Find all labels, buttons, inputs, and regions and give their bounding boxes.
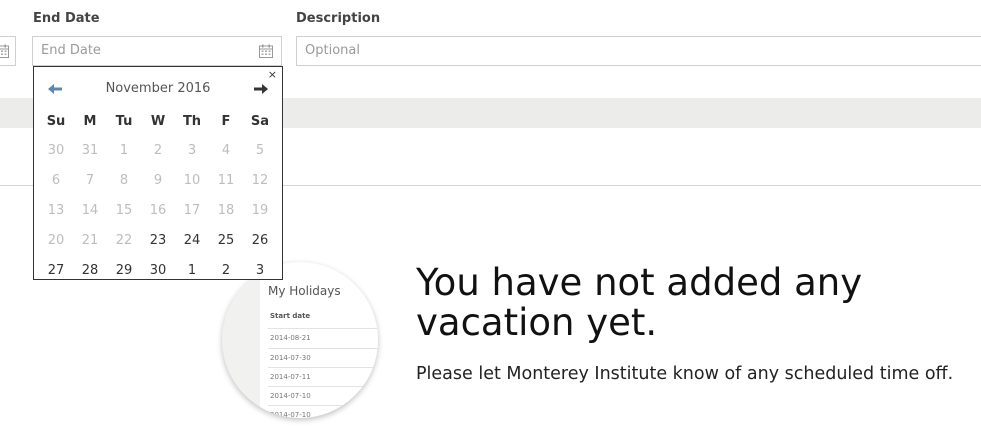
card-column-header: Start date xyxy=(270,312,311,320)
weekday-header: F xyxy=(221,113,231,129)
empty-state-headline: You have not added any vacation yet. xyxy=(416,261,863,344)
next-month-arrow-icon[interactable] xyxy=(254,81,268,97)
calendar-day[interactable]: 24 xyxy=(175,225,209,255)
calendar-week-row: 27 28 29 30 1 2 3 xyxy=(39,255,277,285)
empty-state-message: Please let Monterey Institute know of an… xyxy=(416,364,954,384)
calendar-day: 13 xyxy=(47,202,65,218)
calendar-day: 9 xyxy=(153,172,163,188)
calendar-day: 6 xyxy=(51,172,61,188)
weekday-header: M xyxy=(83,113,97,129)
calendar-day: 16 xyxy=(149,202,167,218)
calendar-day: 10 xyxy=(183,172,201,188)
calendar-day: 7 xyxy=(85,172,95,188)
calendar-day[interactable]: 25 xyxy=(209,225,243,255)
weekday-header: Su xyxy=(46,113,66,129)
calendar-day: 3 xyxy=(187,142,197,158)
calendar-day: 8 xyxy=(119,172,129,188)
calendar-day: 1 xyxy=(119,142,129,158)
calendar-day: 11 xyxy=(217,172,235,188)
calendar-day: 2 xyxy=(153,142,163,158)
holidays-card: My Holidays Start date 2014-08-21 2014-0… xyxy=(260,262,378,418)
calendar-day: 14 xyxy=(81,202,99,218)
calendar-day: 17 xyxy=(183,202,201,218)
month-year-label: November 2016 xyxy=(105,81,211,96)
calendar-day: 20 xyxy=(47,232,65,248)
calendar-day[interactable]: 27 xyxy=(39,255,73,285)
list-item: 2014-07-10 xyxy=(268,386,378,405)
end-date-input[interactable]: End Date xyxy=(32,36,282,66)
calendar-day: 22 xyxy=(115,232,133,248)
list-item: 2014-08-21 xyxy=(268,328,378,347)
calendar-day: 18 xyxy=(217,202,235,218)
list-item: 2014-07-11 xyxy=(268,367,378,386)
calendar-week-row: 13 14 15 16 17 18 19 xyxy=(39,195,277,225)
calendar-day[interactable]: 28 xyxy=(73,255,107,285)
close-icon[interactable]: × xyxy=(268,68,277,81)
calendar-day: 5 xyxy=(255,142,265,158)
datepicker-popup: × November 2016 Su M Tu W Th F Sa 30 31 1 2 3 4 5 6 7 8… xyxy=(33,66,283,280)
calendar-week-row: 30 31 1 2 3 4 5 xyxy=(39,135,277,165)
calendar-day[interactable]: 2 xyxy=(209,255,243,285)
calendar-day: 21 xyxy=(81,232,99,248)
card-title: My Holidays xyxy=(268,284,341,298)
holidays-illustration: My Holidays Start date 2014-08-21 2014-0… xyxy=(222,262,378,418)
calendar-day[interactable]: 3 xyxy=(243,255,277,285)
calendar-day: 30 xyxy=(47,142,65,158)
calendar-day: 31 xyxy=(81,142,99,158)
calendar-day[interactable]: 29 xyxy=(107,255,141,285)
description-input[interactable]: Optional xyxy=(296,36,981,66)
weekday-header: Tu xyxy=(115,113,133,129)
end-date-label: End Date xyxy=(33,11,100,26)
calendar-day[interactable]: 26 xyxy=(243,225,277,255)
list-item: 2014-07-10 xyxy=(268,405,378,418)
calendar-day: 19 xyxy=(251,202,269,218)
weekday-header: W xyxy=(150,113,166,129)
weekday-header: Sa xyxy=(250,113,270,129)
end-date-calendar-icon[interactable] xyxy=(258,43,274,59)
calendar-day: 4 xyxy=(221,142,231,158)
description-label: Description xyxy=(296,11,381,26)
start-date-calendar-icon[interactable] xyxy=(0,43,10,59)
calendar-day: 15 xyxy=(115,202,133,218)
calendar-week-row: 20 21 22 23 24 25 26 xyxy=(39,225,277,255)
calendar-week-row: 6 7 8 9 10 11 12 xyxy=(39,165,277,195)
list-item: 2014-07-30 xyxy=(268,348,378,367)
weekday-header: Th xyxy=(182,113,202,129)
calendar-day[interactable]: 1 xyxy=(175,255,209,285)
calendar-day[interactable]: 23 xyxy=(141,225,175,255)
calendar-day: 12 xyxy=(251,172,269,188)
calendar-day[interactable]: 30 xyxy=(141,255,175,285)
calendar-grid: Su M Tu W Th F Sa 30 31 1 2 3 4 5 6 7 8 9 10 11 12 13 14 15 16 1… xyxy=(39,107,277,285)
